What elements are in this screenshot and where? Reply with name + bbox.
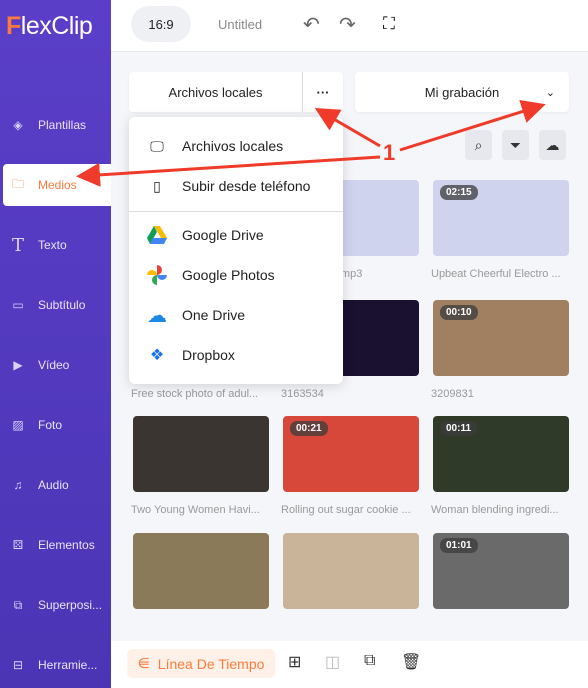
media-thumbnail[interactable] bbox=[133, 416, 269, 492]
folder-plus-icon: 🗀 bbox=[11, 176, 24, 191]
menu-item-local-files[interactable]: 🖵 Archivos locales bbox=[129, 126, 343, 166]
text-icon: T bbox=[11, 234, 24, 256]
subtitle-icon: ▭ bbox=[12, 298, 24, 312]
duplicate-icon[interactable]: ⧉ bbox=[364, 652, 375, 670]
media-caption: Two Young Women Havi... bbox=[131, 504, 260, 516]
google-photos-icon bbox=[146, 265, 168, 285]
source-dropdown-menu: 🖵 Archivos locales ▯ Subir desde teléfono … bbox=[129, 117, 343, 384]
sidebar-item-subtitulo[interactable]: ▭ Subtítulo bbox=[3, 284, 111, 326]
delete-icon[interactable]: 🗑 bbox=[401, 652, 421, 672]
filter-button[interactable]: ⏷ bbox=[502, 130, 529, 160]
project-title[interactable]: Untitled bbox=[218, 17, 262, 32]
folder-select-value: Mi grabación bbox=[424, 84, 500, 100]
media-thumbnail[interactable] bbox=[133, 533, 269, 609]
add-scene-icon[interactable]: ⊞ bbox=[288, 652, 301, 672]
header: 16:9 Untitled ↶ ↷ ⛶ bbox=[111, 0, 588, 52]
overlay-icon: ⧉ bbox=[13, 597, 23, 612]
media-caption: Free stock photo of adul... bbox=[131, 388, 259, 400]
chevron-down-icon: ⌄ bbox=[545, 86, 555, 99]
media-caption: 3209831 bbox=[431, 388, 474, 400]
music-icon: ♫ bbox=[13, 478, 23, 492]
cloud-icon: ☁ bbox=[545, 136, 560, 153]
media-thumbnail[interactable]: 02:15 bbox=[433, 180, 569, 256]
media-thumbnail[interactable]: 00:11 bbox=[433, 416, 569, 492]
sidebar-item-medios[interactable]: 🗀 Medios bbox=[3, 164, 111, 206]
duration-badge: 01:01 bbox=[440, 538, 478, 553]
media-thumbnail[interactable] bbox=[283, 533, 419, 609]
sidebar-item-texto[interactable]: T Texto bbox=[3, 224, 111, 266]
duration-badge: 00:11 bbox=[440, 421, 478, 436]
menu-item-google-drive[interactable]: Google Drive bbox=[129, 215, 343, 255]
google-drive-icon bbox=[146, 226, 168, 244]
aspect-ratio-button[interactable]: 16:9 bbox=[131, 6, 191, 42]
media-thumbnail[interactable]: 00:21 bbox=[283, 416, 419, 492]
media-caption: Rolling out sugar cookie ... bbox=[281, 504, 411, 516]
bottom-toolbar: ⋹ Línea De Tiempo ⊞ ◫ ⧉ 🗑 bbox=[111, 641, 588, 688]
filter-icon: ⏷ bbox=[509, 136, 522, 153]
sidebar-item-foto[interactable]: ▨ Foto bbox=[3, 404, 111, 446]
timeline-icon: ⋹ bbox=[137, 655, 150, 671]
sidebar: FlexClip ◈ Plantillas 🗀 Medios T Texto ▭ Sub… bbox=[0, 0, 111, 688]
onedrive-icon: ☁ bbox=[147, 304, 167, 327]
redo-icon[interactable]: ↷ bbox=[339, 12, 356, 37]
menu-item-dropbox[interactable]: ❖ Dropbox bbox=[129, 335, 343, 375]
menu-item-phone-upload[interactable]: ▯ Subir desde teléfono bbox=[129, 166, 343, 206]
annotation-label: 1 bbox=[383, 140, 395, 165]
video-icon: ▶ bbox=[13, 358, 23, 372]
toolbox-icon: ⊟ bbox=[12, 658, 24, 672]
layers-icon: ◈ bbox=[13, 118, 23, 132]
sidebar-item-elementos[interactable]: ⚄ Elementos bbox=[3, 524, 111, 566]
menu-divider bbox=[129, 211, 343, 212]
more-sources-button[interactable]: ··· bbox=[302, 72, 343, 112]
local-files-button[interactable]: Archivos locales bbox=[129, 72, 302, 112]
media-caption: 3163534 bbox=[281, 388, 324, 400]
dropbox-icon: ❖ bbox=[149, 347, 165, 364]
phone-icon: ▯ bbox=[153, 177, 161, 194]
search-button[interactable]: ⌕ bbox=[465, 130, 492, 160]
split-icon[interactable]: ◫ bbox=[325, 652, 340, 672]
menu-item-google-photos[interactable]: Google Photos bbox=[129, 255, 343, 295]
timeline-button[interactable]: ⋹ Línea De Tiempo bbox=[127, 649, 275, 678]
media-caption: Upbeat Cheerful Electro ... bbox=[431, 268, 561, 280]
monitor-icon: 🖵 bbox=[150, 137, 164, 154]
shapes-icon: ⚄ bbox=[12, 538, 24, 552]
undo-icon[interactable]: ↶ bbox=[303, 12, 320, 37]
media-thumbnail[interactable]: 00:10 bbox=[433, 300, 569, 376]
sidebar-item-video[interactable]: ▶ Vídeo bbox=[3, 344, 111, 386]
sidebar-item-plantillas[interactable]: ◈ Plantillas bbox=[3, 104, 111, 146]
search-icon: ⌕ bbox=[474, 136, 483, 153]
cloud-button[interactable]: ☁ bbox=[539, 130, 566, 160]
sidebar-item-audio[interactable]: ♫ Audio bbox=[3, 464, 111, 506]
duration-badge: 02:15 bbox=[440, 185, 478, 200]
folder-select[interactable]: Mi grabación ⌄ bbox=[355, 72, 569, 112]
media-thumbnail[interactable]: 01:01 bbox=[433, 533, 569, 609]
duration-badge: 00:10 bbox=[440, 305, 478, 320]
fullscreen-icon[interactable]: ⛶ bbox=[383, 14, 395, 34]
flexclip-logo[interactable]: FlexClip bbox=[6, 12, 93, 41]
media-caption: Woman blending ingredi... bbox=[431, 504, 559, 516]
duration-badge: 00:21 bbox=[290, 421, 328, 436]
menu-item-onedrive[interactable]: ☁ One Drive bbox=[129, 295, 343, 335]
sidebar-item-superposiciones[interactable]: ⧉ Superposi... bbox=[3, 584, 111, 626]
sidebar-item-herramientas[interactable]: ⊟ Herramie... bbox=[3, 644, 111, 686]
image-icon: ▨ bbox=[12, 418, 24, 432]
